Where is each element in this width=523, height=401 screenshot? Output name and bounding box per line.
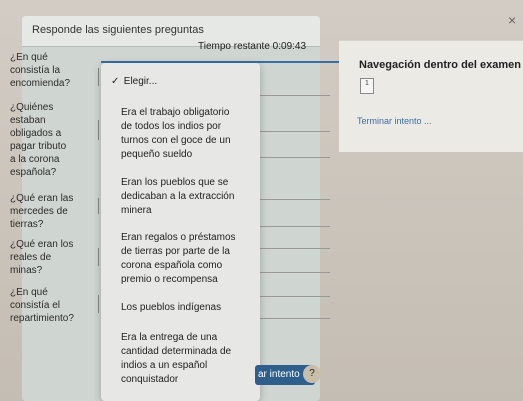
question-2: ¿Quiénes estaban obligados a pagar tribu… — [10, 101, 66, 179]
question-line: tierras? — [10, 219, 44, 230]
divider — [260, 95, 330, 96]
select-edge — [98, 68, 99, 86]
select-edge — [98, 120, 99, 140]
option-line: premio o recompensa — [121, 274, 218, 285]
option-line: de todos los indios por — [121, 121, 222, 132]
option-line: conquistador — [121, 374, 179, 385]
option-line: minera — [121, 205, 152, 216]
dropdown-option[interactable]: Eran los pueblos que se dedicaban a la e… — [121, 176, 251, 218]
question-line: pagar tributo — [10, 141, 67, 152]
dropdown-option[interactable]: Era la entrega de una cantidad determina… — [121, 331, 251, 387]
option-label: Elegir... — [123, 76, 158, 87]
page-heading: Responde las siguientes preguntas — [32, 24, 204, 36]
question-line: repartimiento? — [10, 313, 74, 324]
question-line: consistía el — [10, 300, 61, 311]
question-3: ¿Qué eran las mercedes de tierras? — [10, 192, 73, 231]
question-line: ¿Qué eran las — [10, 193, 74, 204]
dropdown-option[interactable]: Era el trabajo obligatorio de todos los … — [121, 106, 251, 162]
answer-dropdown-menu[interactable]: ✓ Elegir... Era el trabajo obligatorio d… — [101, 63, 260, 401]
divider — [260, 157, 330, 158]
divider — [260, 318, 330, 319]
dropdown-option[interactable]: Los pueblos indígenas — [121, 301, 251, 315]
question-line: ¿En qué — [10, 52, 48, 63]
option-line: corona española como — [121, 260, 223, 271]
divider — [260, 226, 330, 227]
quiz-navigation-panel: Navegación dentro del examen 1 Terminar … — [339, 40, 523, 152]
question-line: española? — [10, 167, 57, 178]
question-4: ¿Qué eran los reales de minas? — [10, 238, 73, 277]
option-line: indios a un español — [121, 360, 208, 371]
timer-text: Tiempo restante 0:09:43 — [198, 41, 307, 52]
option-line: turnos con el goce de un — [121, 135, 231, 146]
question-line: ¿Quiénes — [10, 102, 54, 113]
help-icon[interactable]: ? — [303, 365, 321, 383]
divider — [260, 272, 330, 273]
divider — [260, 248, 330, 249]
select-edge — [98, 295, 99, 313]
option-line: cantidad determinada de — [121, 346, 232, 357]
navigation-title: Navegación dentro del examen — [359, 59, 521, 71]
question-line: a la corona — [10, 154, 60, 165]
question-nav-button-1[interactable]: 1 — [360, 78, 374, 94]
checkmark-icon: ✓ — [111, 76, 120, 87]
select-edge — [98, 198, 99, 214]
dropdown-option-selected[interactable]: ✓ Elegir... — [111, 75, 241, 89]
option-line: Eran regalos o préstamos — [121, 232, 236, 243]
option-line: dedicaban a la extracción — [121, 191, 235, 202]
close-icon[interactable]: × — [508, 12, 516, 28]
divider — [260, 199, 330, 200]
finish-attempt-link[interactable]: Terminar intento ... — [357, 116, 432, 126]
divider — [260, 131, 330, 132]
select-edge — [98, 248, 99, 266]
question-1: ¿En qué consistía la encomienda? — [10, 51, 70, 90]
option-line: Era el trabajo obligatorio — [121, 107, 230, 118]
question-line: minas? — [10, 265, 43, 276]
question-line: ¿Qué eran los — [10, 239, 74, 250]
option-line: pequeño sueldo — [121, 149, 193, 160]
question-line: ¿En qué — [10, 287, 48, 298]
question-line: mercedes de — [10, 206, 68, 217]
option-line: Eran los pueblos que se — [121, 177, 229, 188]
question-5: ¿En qué consistía el repartimiento? — [10, 286, 74, 325]
option-line: Los pueblos indígenas — [121, 302, 222, 313]
question-line: estaban — [10, 115, 46, 126]
question-line: encomienda? — [10, 78, 71, 89]
question-line: obligados a — [10, 128, 62, 139]
question-line: consistía la — [10, 65, 61, 76]
dropdown-option[interactable]: Eran regalos o préstamos de tierras por … — [121, 231, 251, 287]
option-line: de tierras por parte de la — [121, 246, 230, 257]
divider — [260, 296, 330, 297]
question-line: reales de — [10, 252, 52, 263]
option-line: Era la entrega de una — [121, 332, 218, 343]
